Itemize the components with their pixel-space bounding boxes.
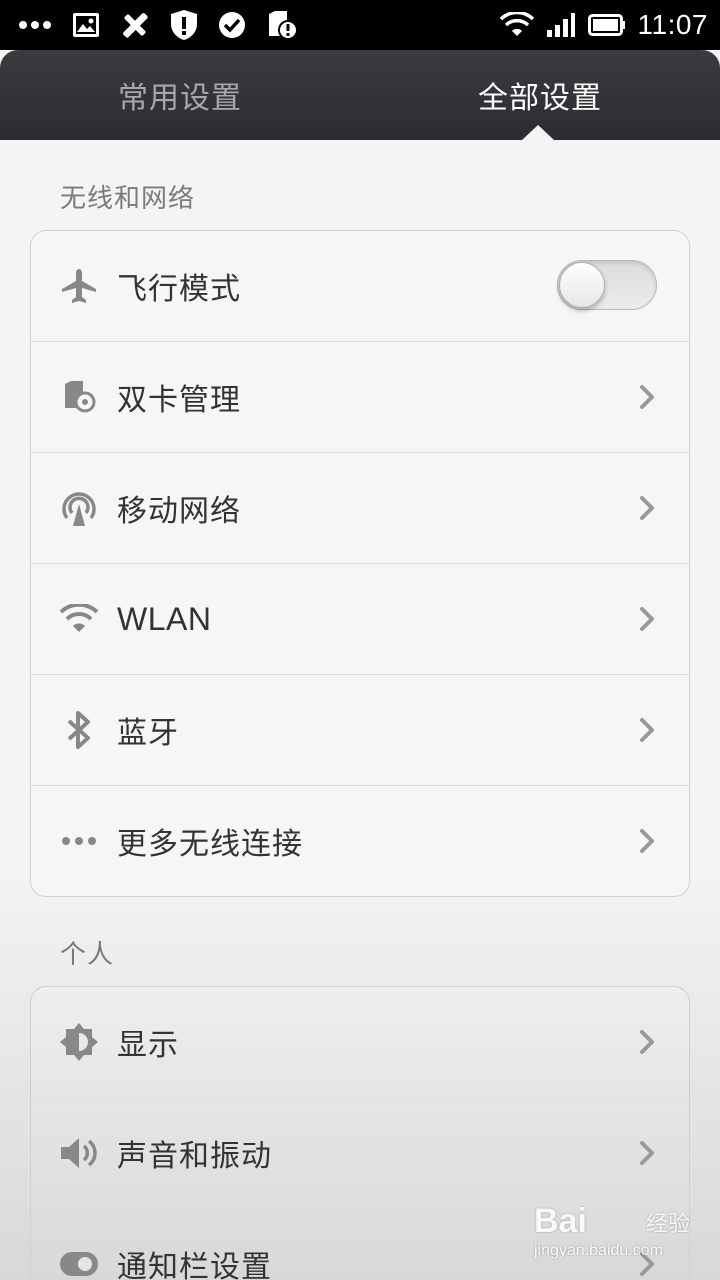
- setting-row-wlan[interactable]: WLAN: [31, 564, 689, 675]
- bluetooth-icon: [59, 675, 99, 785]
- battery-icon: [587, 14, 626, 36]
- shield-alert-icon: [170, 9, 198, 41]
- status-bar-system: 11:07: [499, 0, 709, 50]
- speaker-icon: [59, 1098, 99, 1208]
- chevron-right-icon: [640, 718, 654, 742]
- setting-row-sound-vibration[interactable]: 声音和振动: [31, 1098, 689, 1209]
- airplane-icon: [59, 231, 99, 341]
- sd-card-alert-icon: [266, 10, 298, 40]
- wireless-settings-card: 飞行模式 双卡管理 移动网络 WLAN 蓝牙 更多无线连接: [30, 230, 690, 897]
- setting-label: 声音和振动: [117, 1139, 272, 1174]
- setting-label: 更多无线连接: [117, 827, 303, 862]
- signal-icon: [546, 12, 576, 38]
- tab-common-settings[interactable]: 常用设置: [0, 50, 360, 140]
- chevron-right-icon: [640, 385, 654, 409]
- setting-label: 显示: [117, 1028, 179, 1063]
- chevron-right-icon: [640, 1030, 654, 1054]
- more-dots-icon: [59, 786, 99, 896]
- wifi-icon: [59, 564, 99, 674]
- tools-icon: [120, 10, 150, 40]
- chevron-right-icon: [640, 829, 654, 853]
- chevron-right-icon: [640, 607, 654, 631]
- section-title-personal: 个人: [60, 940, 115, 970]
- dual-sim-icon: [59, 342, 99, 452]
- setting-row-more-wireless[interactable]: 更多无线连接: [31, 786, 689, 896]
- setting-row-dual-sim[interactable]: 双卡管理: [31, 342, 689, 453]
- setting-label: WLAN: [117, 600, 212, 637]
- setting-row-display[interactable]: 显示: [31, 987, 689, 1098]
- watermark-brand: Bai: [534, 1202, 587, 1240]
- more-dots-icon: [18, 20, 52, 30]
- airplane-mode-toggle[interactable]: [557, 260, 657, 310]
- setting-row-mobile-network[interactable]: 移动网络: [31, 453, 689, 564]
- toggle-knob: [559, 262, 605, 308]
- status-bar-notifications: [18, 0, 298, 50]
- image-icon: [72, 12, 100, 38]
- chevron-right-icon: [640, 496, 654, 520]
- check-circle-icon: [218, 11, 246, 39]
- brightness-icon: [59, 987, 99, 1097]
- setting-label: 飞行模式: [117, 272, 241, 307]
- setting-label: 通知栏设置: [117, 1250, 272, 1280]
- chevron-right-icon: [640, 1141, 654, 1165]
- setting-label: 移动网络: [117, 494, 241, 529]
- settings-tab-bar: 常用设置 全部设置: [0, 50, 720, 140]
- watermark-url: jingyan.baidu.com: [534, 1242, 663, 1259]
- status-time: 11:07: [637, 9, 708, 40]
- setting-label: 双卡管理: [117, 383, 241, 418]
- setting-label: 蓝牙: [117, 716, 179, 751]
- wifi-icon: [499, 12, 534, 38]
- section-title-wireless: 无线和网络: [60, 184, 196, 214]
- cellular-network-icon: [59, 453, 99, 563]
- settings-content[interactable]: 无线和网络 飞行模式 双卡管理 移动网络 WLAN 蓝牙 更多无线连接 个人 显…: [0, 140, 720, 1280]
- baidu-jingyan-watermark: Bai 经验 jingyan.baidu.com: [534, 1202, 690, 1268]
- watermark-sub: 经验: [645, 1212, 690, 1237]
- setting-row-airplane-mode[interactable]: 飞行模式: [31, 231, 689, 342]
- notification-toggle-icon: [59, 1209, 99, 1280]
- setting-row-bluetooth[interactable]: 蓝牙: [31, 675, 689, 786]
- active-tab-indicator: [522, 125, 554, 140]
- status-bar: 11:07: [0, 0, 720, 50]
